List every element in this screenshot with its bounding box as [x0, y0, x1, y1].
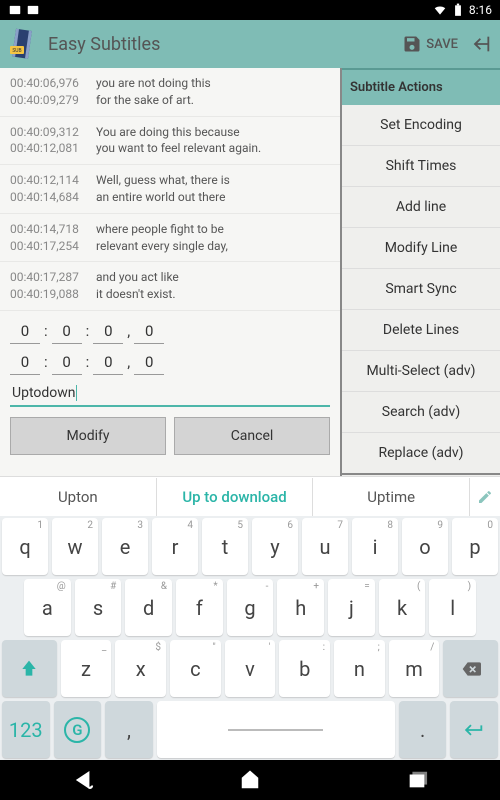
- key-s[interactable]: s#: [75, 579, 122, 636]
- key-period[interactable]: .: [399, 701, 447, 758]
- key-e[interactable]: e3: [102, 518, 148, 575]
- time-hours[interactable]: 0: [10, 319, 40, 344]
- nav-back-icon[interactable]: [72, 769, 94, 791]
- left-panel: 00:40:06,97600:40:09,279you are not doin…: [0, 68, 340, 476]
- key-l[interactable]: l): [429, 579, 476, 636]
- key-h[interactable]: h+: [277, 579, 324, 636]
- save-label: SAVE: [426, 37, 458, 52]
- action-replace[interactable]: Replace (adv): [342, 433, 500, 475]
- save-button[interactable]: SAVE: [402, 34, 458, 54]
- key-c[interactable]: c": [170, 640, 221, 697]
- key-m[interactable]: m/: [389, 640, 440, 697]
- key-y[interactable]: y6: [252, 518, 298, 575]
- suggestion[interactable]: Upton: [0, 478, 157, 516]
- keyboard-suggestions: Upton Up to download Uptime: [0, 476, 500, 516]
- status-bar: 8:16: [0, 0, 500, 20]
- notification-icon: [26, 3, 40, 17]
- collapse-icon[interactable]: [470, 33, 492, 55]
- action-shift-times[interactable]: Shift Times: [342, 146, 500, 187]
- key-o[interactable]: o9: [402, 518, 448, 575]
- subtitle-row[interactable]: 00:40:12,11400:40:14,684Well, guess what…: [0, 165, 340, 214]
- key-f[interactable]: f*: [176, 579, 223, 636]
- subtitle-row[interactable]: 00:40:06,97600:40:09,279you are not doin…: [0, 68, 340, 117]
- time-millis[interactable]: 0: [134, 319, 164, 344]
- key-u[interactable]: u7: [302, 518, 348, 575]
- subtitle-text-input[interactable]: Uptodown: [10, 381, 330, 407]
- key-a[interactable]: a@: [24, 579, 71, 636]
- wifi-icon: [433, 3, 447, 17]
- suggestion[interactable]: Uptime: [313, 478, 470, 516]
- save-icon: [402, 34, 422, 54]
- svg-text:SUB: SUB: [12, 48, 21, 54]
- suggestion[interactable]: Up to download: [157, 478, 314, 516]
- key-x[interactable]: x$: [115, 640, 166, 697]
- subtitle-row[interactable]: 00:40:17,28700:40:19,088and you act like…: [0, 262, 340, 311]
- cancel-button[interactable]: Cancel: [174, 417, 330, 455]
- key-d[interactable]: d&: [125, 579, 172, 636]
- key-space[interactable]: [157, 701, 395, 758]
- subtitle-row[interactable]: 00:40:14,71800:40:17,254where people fig…: [0, 214, 340, 263]
- key-enter[interactable]: [450, 701, 498, 758]
- notification-icon: [8, 3, 22, 17]
- time-hours[interactable]: 0: [10, 350, 40, 375]
- key-google[interactable]: G: [54, 701, 102, 758]
- actions-panel: Subtitle Actions Set Encoding Shift Time…: [340, 68, 500, 476]
- action-modify-line[interactable]: Modify Line: [342, 228, 500, 269]
- soft-keyboard: q1w2e3r4t5y6u7i8o9p0 a@s#d&f*g-h+j=k(l) …: [0, 516, 500, 760]
- app-bar: SUB Easy Subtitles SAVE: [0, 20, 500, 68]
- key-comma[interactable]: ,: [105, 701, 153, 758]
- action-delete-lines[interactable]: Delete Lines: [342, 310, 500, 351]
- battery-icon: [451, 3, 465, 17]
- end-time-row: 0: 0: 0, 0: [10, 350, 330, 375]
- key-q[interactable]: q1: [2, 518, 48, 575]
- app-icon: SUB: [8, 28, 40, 60]
- key-p[interactable]: p0: [452, 518, 498, 575]
- key-shift[interactable]: [2, 640, 57, 697]
- action-smart-sync[interactable]: Smart Sync: [342, 269, 500, 310]
- time-millis[interactable]: 0: [134, 350, 164, 375]
- app-title: Easy Subtitles: [48, 34, 402, 55]
- editor-pane: 0: 0: 0, 0 0: 0: 0, 0 Uptodown Modify Ca…: [0, 311, 340, 463]
- handwriting-icon[interactable]: [470, 489, 500, 505]
- key-numbers[interactable]: 123: [2, 701, 50, 758]
- start-time-row: 0: 0: 0, 0: [10, 319, 330, 344]
- time-minutes[interactable]: 0: [52, 319, 82, 344]
- subtitle-row[interactable]: 00:40:09,31200:40:12,081You are doing th…: [0, 117, 340, 166]
- action-set-encoding[interactable]: Set Encoding: [342, 105, 500, 146]
- key-backspace[interactable]: [443, 640, 498, 697]
- action-search[interactable]: Search (adv): [342, 392, 500, 433]
- action-multi-select[interactable]: Multi-Select (adv): [342, 351, 500, 392]
- key-j[interactable]: j=: [328, 579, 375, 636]
- key-i[interactable]: i8: [352, 518, 398, 575]
- actions-header: Subtitle Actions: [342, 68, 500, 105]
- key-v[interactable]: v': [225, 640, 276, 697]
- time-minutes[interactable]: 0: [52, 350, 82, 375]
- key-r[interactable]: r4: [152, 518, 198, 575]
- navigation-bar: [0, 760, 500, 800]
- nav-home-icon[interactable]: [239, 769, 261, 791]
- time-seconds[interactable]: 0: [93, 319, 123, 344]
- key-w[interactable]: w2: [52, 518, 98, 575]
- key-n[interactable]: n;: [334, 640, 385, 697]
- modify-button[interactable]: Modify: [10, 417, 166, 455]
- key-z[interactable]: z_: [61, 640, 112, 697]
- time-seconds[interactable]: 0: [93, 350, 123, 375]
- key-k[interactable]: k(: [379, 579, 426, 636]
- key-b[interactable]: b:: [279, 640, 330, 697]
- key-t[interactable]: t5: [202, 518, 248, 575]
- clock: 8:16: [469, 3, 492, 17]
- nav-recent-icon[interactable]: [406, 769, 428, 791]
- subtitle-list[interactable]: 00:40:06,97600:40:09,279you are not doin…: [0, 68, 340, 311]
- action-add-line[interactable]: Add line: [342, 187, 500, 228]
- key-g[interactable]: g-: [227, 579, 274, 636]
